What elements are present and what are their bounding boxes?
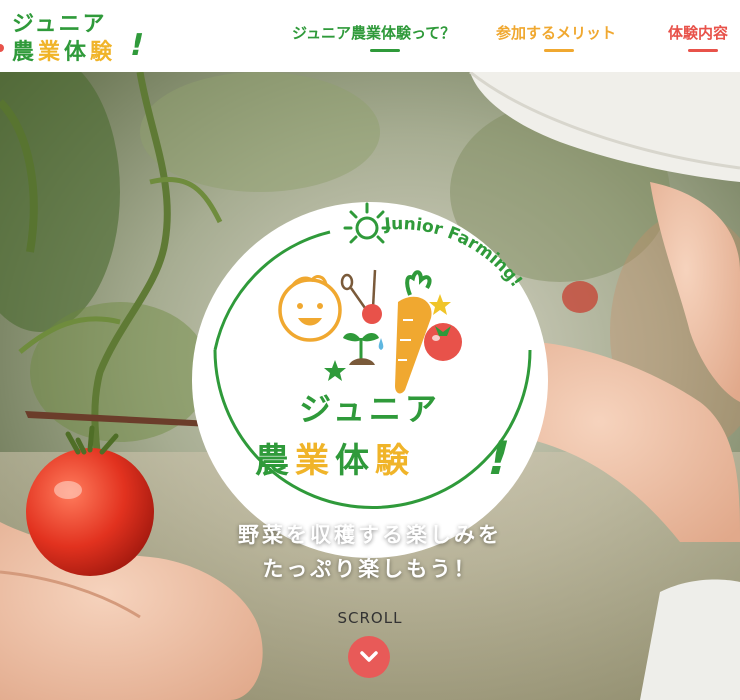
site-logo[interactable]: ジュニア 農業体験 ! xyxy=(0,4,168,66)
hero-tagline: 野菜を収穫する楽しみを たっぷり楽しもう！ xyxy=(0,518,740,586)
hero-section: Junior Farming! ジュニア 農業体験 ! 野菜を収穫する楽しみを … xyxy=(0,72,740,700)
nav-item-merit[interactable]: 参加するメリット xyxy=(496,22,617,52)
nav-item-about[interactable]: ジュニア農業体験って？ xyxy=(292,22,456,52)
logo-char: 農 xyxy=(12,40,39,65)
logo-dot xyxy=(0,44,4,52)
nav-item-content[interactable]: 体験内容 xyxy=(668,22,729,52)
badge-title-line1: ジュニア xyxy=(299,390,441,428)
badge-title-char: 験 xyxy=(375,441,415,481)
site-header: ジュニア 農業体験 ! ジュニア農業体験って？ 参加するメリット 体験内容 xyxy=(0,0,740,72)
badge-title-char: 農 xyxy=(255,441,295,481)
nav-underline xyxy=(688,49,718,52)
nav-item-label: ジュニア農業体験って？ xyxy=(292,24,456,42)
nav-item-label: 参加するメリット xyxy=(496,24,617,42)
tagline-line2: たっぷり楽しもう！ xyxy=(262,557,478,581)
nav-underline xyxy=(544,49,574,52)
badge-title-char: 業 xyxy=(295,441,335,481)
scroll-label: SCROLL xyxy=(337,609,403,627)
logo-char: 体 xyxy=(64,40,91,65)
chevron-down-icon xyxy=(360,651,378,662)
logo-char: 験 xyxy=(90,40,117,65)
badge-title-char: 体 xyxy=(335,441,375,481)
nav-item-label: 体験内容 xyxy=(668,24,729,42)
tagline-line1: 野菜を収穫する楽しみを xyxy=(238,523,502,547)
nav-underline xyxy=(370,49,400,52)
tomato-icon xyxy=(424,323,462,361)
scroll-down-button[interactable] xyxy=(348,636,390,678)
logo-text-line2: 農業体験 xyxy=(12,34,116,66)
junior-farming-badge: Junior Farming! ジュニア 農業体験 ! xyxy=(192,202,548,558)
logo-char: 業 xyxy=(38,40,65,65)
badge-title-line2: 農業体験 xyxy=(255,441,415,481)
logo-exclaim: ! xyxy=(126,28,148,63)
